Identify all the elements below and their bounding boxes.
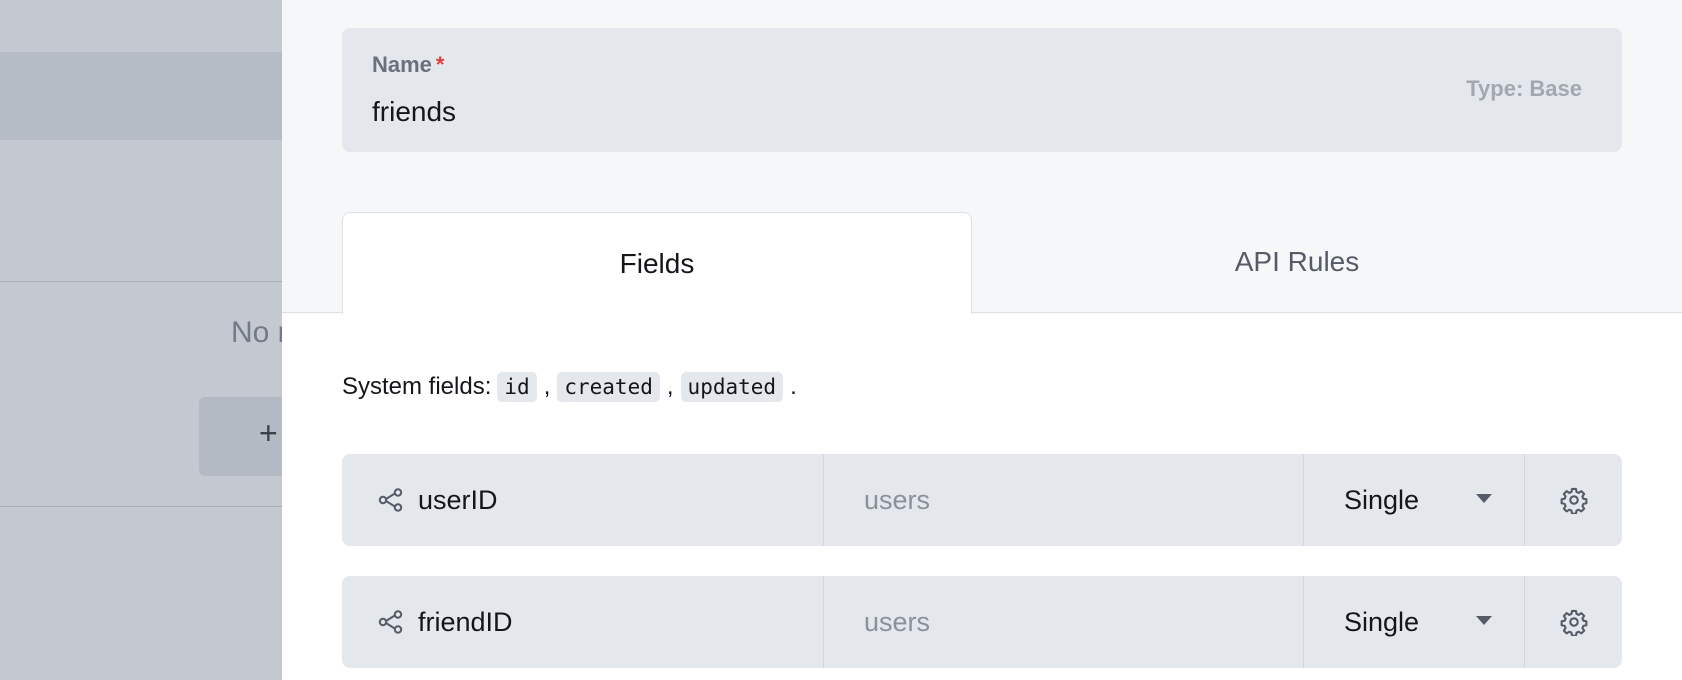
separator: ,: [666, 373, 674, 400]
collection-edit-panel: Name * friends Type: Base Fields API Rule…: [282, 0, 1682, 680]
tab-fields[interactable]: Fields: [342, 212, 972, 314]
background-divider: [0, 281, 282, 282]
gear-icon: [1560, 486, 1588, 514]
system-fields-prefix: System fields:: [342, 373, 492, 400]
panel-header: Name * friends Type: Base Fields API Rule…: [282, 0, 1682, 314]
field-collection-select[interactable]: users: [824, 576, 1304, 668]
system-fields-note: System fields: id , created , updated .: [342, 372, 800, 402]
field-name-input[interactable]: friendID: [418, 607, 513, 638]
system-field-created: created: [557, 372, 660, 402]
field-row: friendID users Single: [342, 576, 1622, 668]
chevron-down-icon: [1476, 494, 1492, 503]
relation-icon: [378, 487, 404, 513]
field-type-value: Single: [1344, 484, 1420, 515]
system-field-updated: updated: [680, 372, 784, 402]
background-header-band: [0, 52, 282, 140]
field-options-button[interactable]: [1525, 576, 1622, 668]
new-record-button[interactable]: +: [199, 397, 282, 476]
background-divider: [0, 506, 282, 507]
name-label-text: Name: [372, 52, 432, 77]
field-collection-select[interactable]: users: [824, 454, 1304, 546]
name-input[interactable]: friends: [372, 96, 456, 128]
field-name-cell: userID: [342, 454, 824, 546]
system-field-id: id: [497, 372, 537, 402]
gear-icon: [1560, 608, 1588, 636]
field-type-select[interactable]: Single: [1304, 576, 1525, 668]
field-name-cell: friendID: [342, 576, 824, 668]
separator: ,: [543, 373, 551, 400]
chevron-down-icon: [1476, 616, 1492, 625]
field-options-button[interactable]: [1525, 454, 1622, 546]
collection-type-label: Type: Base: [1466, 76, 1582, 101]
field-type-select[interactable]: Single: [1304, 454, 1525, 546]
tab-api-rules[interactable]: API Rules: [972, 212, 1622, 312]
relation-icon: [378, 609, 404, 635]
name-field[interactable]: Name * friends Type: Base: [342, 28, 1622, 152]
plus-icon: +: [259, 415, 278, 451]
empty-records-text: No r: [231, 316, 282, 349]
field-type-value: Single: [1344, 606, 1420, 637]
background-app: No r +: [0, 0, 282, 680]
field-row: userID users Single: [342, 454, 1622, 546]
field-name-input[interactable]: userID: [418, 485, 498, 516]
period: .: [790, 373, 797, 400]
required-mark: *: [435, 52, 445, 77]
name-field-label: Name *: [372, 52, 444, 78]
